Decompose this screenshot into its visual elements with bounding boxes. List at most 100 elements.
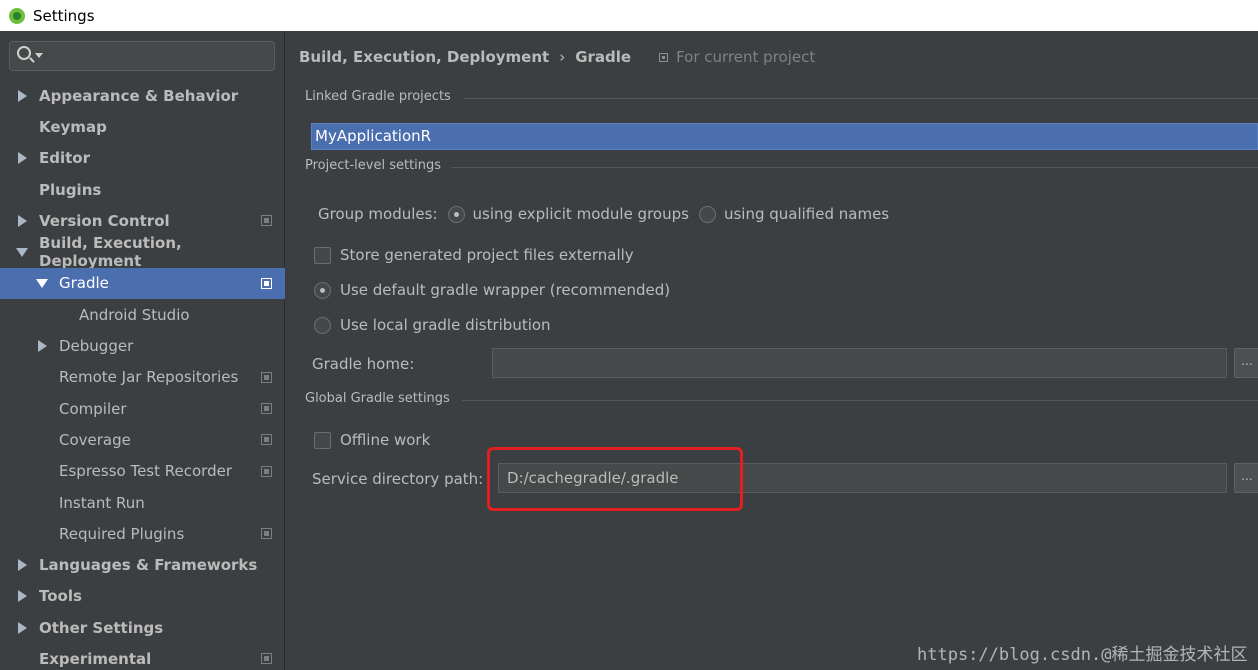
chevron-right-icon[interactable] (38, 340, 47, 353)
sidebar-item-label: Gradle (59, 274, 109, 293)
settings-tree: Appearance & Behavior Keymap Editor Plugins… (0, 80, 285, 670)
sidebar-item-label: Debugger (59, 337, 134, 356)
chevron-down-icon[interactable] (16, 247, 28, 257)
linked-project-item[interactable]: MyApplicationR (315, 127, 431, 145)
linked-projects-title: Linked Gradle projects (305, 89, 451, 104)
sidebar-item-instant-run[interactable]: Instant Run (0, 487, 285, 518)
service-dir-browse-button[interactable]: ... (1234, 463, 1258, 493)
breadcrumb-scope: For current project (676, 48, 816, 66)
sidebar-item-keymap[interactable]: Keymap (0, 111, 285, 142)
sidebar-item-label: Editor (39, 149, 90, 168)
project-scope-icon (261, 371, 272, 383)
sidebar-item-debugger[interactable]: Debugger (0, 330, 285, 361)
sidebar-item-remote-jar-repositories[interactable]: Remote Jar Repositories (0, 362, 285, 393)
chevron-right-icon[interactable] (18, 559, 27, 572)
chevron-down-icon[interactable] (35, 53, 43, 58)
sidebar-item-label: Experimental (39, 649, 152, 668)
title-bar: Settings (0, 0, 1258, 31)
linked-projects-list[interactable]: MyApplicationR (311, 123, 1258, 150)
sidebar-item-appearance-behavior[interactable]: Appearance & Behavior (0, 80, 285, 111)
gradle-settings-panel: Build, Execution, Deployment › Gradle Fo… (286, 31, 1258, 670)
offline-work-checkbox[interactable] (314, 431, 331, 449)
sidebar-item-label: Build, Execution, Deployment (39, 234, 182, 271)
sidebar-item-label: Android Studio (79, 305, 190, 324)
project-scope-icon (659, 52, 669, 62)
sidebar-item-android-studio[interactable]: Android Studio (0, 299, 285, 330)
sidebar-item-label: Appearance & Behavior (39, 86, 239, 105)
sidebar-item-label: Plugins (39, 180, 102, 199)
sidebar-item-label: Other Settings (39, 618, 164, 637)
search-icon (17, 46, 31, 60)
use-local-row[interactable]: Use local gradle distribution (314, 315, 551, 335)
android-studio-icon (9, 7, 25, 24)
settings-sidebar: Appearance & Behavior Keymap Editor Plugins… (0, 31, 285, 670)
sidebar-item-build-execution-deployment[interactable]: Build, Execution, Deployment (0, 234, 285, 271)
sidebar-item-plugins[interactable]: Plugins (0, 174, 285, 205)
gradle-home-browse-button[interactable]: ... (1234, 348, 1258, 378)
sidebar-item-label: Languages & Frameworks (39, 556, 258, 575)
search-input[interactable] (9, 41, 275, 71)
window-title: Settings (33, 6, 95, 25)
sidebar-item-compiler[interactable]: Compiler (0, 393, 285, 424)
highlight-annotation (487, 447, 743, 511)
gradle-home-label: Gradle home: (312, 355, 415, 373)
sidebar-item-gradle[interactable]: Gradle (0, 267, 285, 300)
breadcrumb-parent: Build, Execution, Deployment (299, 48, 550, 66)
sidebar-item-label: Tools (39, 587, 82, 606)
chevron-right-icon[interactable] (18, 214, 27, 227)
use-local-label[interactable]: Use local gradle distribution (340, 316, 551, 334)
breadcrumb-separator: › (559, 48, 566, 66)
radio-qualified-names-label[interactable]: using qualified names (724, 205, 889, 223)
project-scope-icon (261, 653, 272, 665)
group-modules-label: Group modules: (318, 205, 438, 223)
use-wrapper-row[interactable]: Use default gradle wrapper (recommended) (314, 280, 670, 300)
store-external-row[interactable]: Store generated project files externally (314, 245, 634, 265)
sidebar-item-label: Compiler (59, 399, 127, 418)
project-scope-icon (261, 465, 272, 477)
chevron-right-icon[interactable] (18, 152, 27, 165)
chevron-right-icon[interactable] (18, 89, 27, 102)
use-local-radio[interactable] (314, 316, 331, 334)
section-divider (462, 400, 1258, 401)
project-scope-icon (261, 215, 272, 227)
offline-work-label[interactable]: Offline work (340, 431, 430, 449)
sidebar-item-label: Coverage (59, 430, 131, 449)
group-modules-row: Group modules: using explicit module gro… (318, 204, 889, 224)
radio-explicit-groups[interactable] (447, 205, 465, 223)
watermark: https://blog.csdn.@稀土掘金技术社区 (917, 645, 1248, 665)
sidebar-item-required-plugins[interactable]: Required Plugins (0, 518, 285, 549)
chevron-right-icon[interactable] (18, 590, 27, 603)
sidebar-item-version-control[interactable]: Version Control (0, 205, 285, 236)
radio-explicit-groups-label[interactable]: using explicit module groups (473, 205, 689, 223)
store-external-checkbox[interactable] (314, 246, 331, 264)
sidebar-item-languages-frameworks[interactable]: Languages & Frameworks (0, 549, 285, 580)
sidebar-item-experimental[interactable]: Experimental (0, 643, 285, 670)
sidebar-item-label: Required Plugins (59, 524, 185, 543)
sidebar-item-label: Instant Run (59, 493, 145, 512)
gradle-home-field[interactable] (492, 348, 1227, 378)
chevron-right-icon[interactable] (18, 621, 27, 634)
project-scope-icon (261, 528, 272, 540)
breadcrumb: Build, Execution, Deployment › Gradle Fo… (299, 47, 815, 67)
sidebar-item-label: Version Control (39, 211, 170, 230)
store-external-label[interactable]: Store generated project files externally (340, 246, 634, 264)
sidebar-item-coverage[interactable]: Coverage (0, 424, 285, 455)
project-scope-icon (261, 403, 272, 415)
breadcrumb-current: Gradle (575, 48, 632, 66)
chevron-down-icon[interactable] (36, 278, 48, 288)
project-scope-icon (261, 434, 272, 446)
service-dir-label: Service directory path: (312, 470, 484, 488)
sidebar-item-label: Keymap (39, 117, 107, 136)
section-divider (464, 98, 1258, 99)
sidebar-item-espresso-test-recorder[interactable]: Espresso Test Recorder (0, 456, 285, 487)
use-wrapper-radio[interactable] (314, 281, 331, 299)
sidebar-item-editor[interactable]: Editor (0, 143, 285, 174)
section-divider (451, 167, 1258, 168)
sidebar-item-label: Espresso Test Recorder (59, 462, 232, 481)
use-wrapper-label[interactable]: Use default gradle wrapper (recommended) (340, 281, 670, 299)
sidebar-item-tools[interactable]: Tools (0, 581, 285, 612)
sidebar-item-other-settings[interactable]: Other Settings (0, 612, 285, 643)
offline-work-row[interactable]: Offline work (314, 430, 430, 450)
global-settings-title: Global Gradle settings (305, 391, 450, 406)
radio-qualified-names[interactable] (698, 205, 716, 223)
